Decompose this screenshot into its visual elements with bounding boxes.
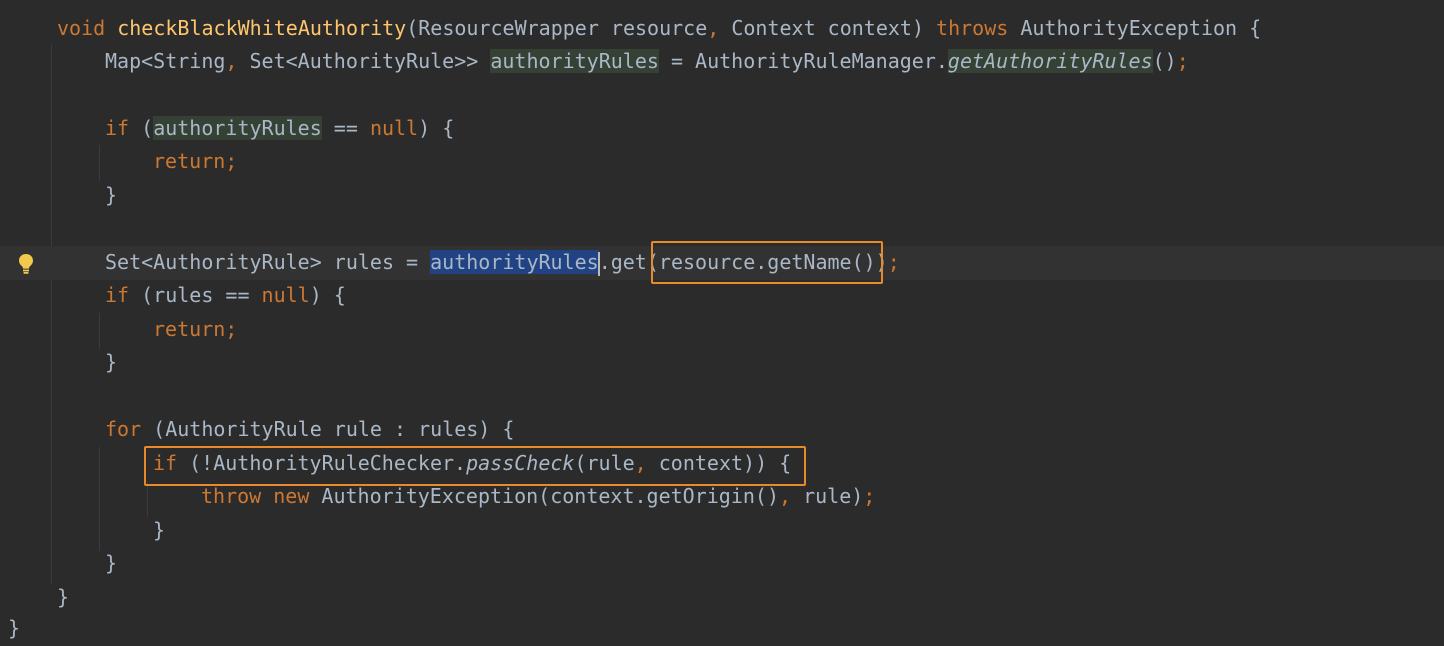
indent-guide [99, 447, 100, 551]
code-text: rule) [791, 484, 864, 508]
code-text: AuthorityException { [1008, 16, 1262, 40]
keyword: new [261, 484, 310, 508]
closing-brace: } [57, 585, 70, 609]
code-line: } [153, 514, 165, 548]
indent-guide [99, 145, 100, 181]
code-line: return; [153, 313, 237, 347]
keyword: return; [153, 149, 238, 173]
code-line: Map<String, Set<AuthorityRule>> authorit… [105, 45, 1189, 79]
code-text: == [321, 116, 370, 140]
selected-variable[interactable]: authorityRules [430, 250, 599, 274]
variable-usage-highlight[interactable]: authorityRules [490, 49, 659, 73]
code-line: } [57, 581, 69, 615]
code-line: } [8, 612, 20, 646]
code-text: AuthorityException(context.getOrigin() [309, 484, 779, 508]
variable-usage-highlight[interactable]: authorityRules [153, 116, 322, 140]
indent-guide [147, 481, 148, 517]
code-line: } [105, 346, 117, 380]
closing-brace: } [8, 616, 21, 640]
code-text: (AuthorityRule rule : rules) { [141, 417, 515, 441]
code-line: return; [153, 145, 237, 179]
code-text: Set<AuthorityRule> rules = [105, 250, 431, 274]
semicolon: ; [863, 484, 876, 508]
closing-brace: } [105, 183, 118, 207]
keyword: for [105, 417, 142, 441]
highlight-box-get-name [651, 241, 883, 284]
code-line: } [105, 547, 117, 581]
punctuation: , [707, 16, 720, 40]
semicolon: ; [887, 250, 900, 274]
code-text: Set<AuthorityRule>> [237, 49, 491, 73]
static-method-call[interactable]: getAuthorityRules [947, 49, 1153, 73]
keyword: if [105, 283, 130, 307]
code-text: (ResourceWrapper resource [406, 16, 708, 40]
keyword: null [369, 116, 419, 140]
code-text: (rules == [129, 283, 262, 307]
closing-brace: } [105, 551, 118, 575]
indent-guide [51, 44, 52, 584]
closing-brace: } [153, 518, 166, 542]
keyword: throws [936, 16, 1009, 40]
code-line: for (AuthorityRule rule : rules) { [105, 413, 514, 447]
closing-brace: } [105, 350, 118, 374]
keyword: throw [201, 484, 262, 508]
semicolon: ; [1176, 49, 1189, 73]
code-text: ) { [309, 283, 346, 307]
method-name: checkBlackWhiteAuthority [117, 16, 407, 40]
code-text: Map<String [105, 49, 226, 73]
punctuation: , [779, 484, 792, 508]
code-text: Context context) [719, 16, 937, 40]
keyword: if [105, 116, 130, 140]
code-line: } [105, 179, 117, 213]
code-editor[interactable]: void checkBlackWhiteAuthority(ResourceWr… [0, 0, 1444, 640]
indent-guide [99, 313, 100, 349]
code-text: () [1152, 49, 1177, 73]
keyword: void [57, 16, 118, 40]
code-text: ( [129, 116, 154, 140]
keyword: return; [153, 317, 238, 341]
lightbulb-icon[interactable] [17, 253, 35, 275]
code-text: ) { [418, 116, 455, 140]
highlight-box-pass-check [144, 446, 806, 486]
code-line: if (authorityRules == null) { [105, 112, 454, 146]
punctuation: , [225, 49, 238, 73]
code-line: void checkBlackWhiteAuthority(ResourceWr… [57, 12, 1261, 46]
code-line: if (rules == null) { [105, 279, 346, 313]
code-text: = AuthorityRuleManager. [658, 49, 948, 73]
code-text: .get( [598, 250, 659, 274]
keyword: null [261, 283, 310, 307]
